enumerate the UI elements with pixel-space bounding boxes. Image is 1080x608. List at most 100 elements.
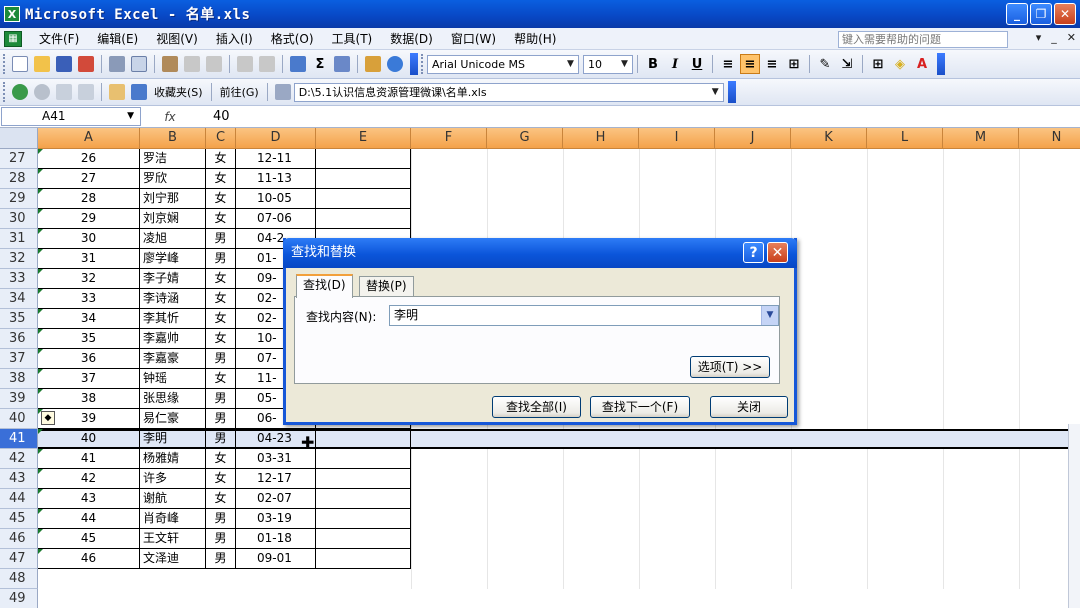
back-icon[interactable]	[12, 84, 28, 100]
cell-gender[interactable]: 女	[206, 329, 236, 349]
web-toolbar-options-handle[interactable]	[727, 81, 736, 103]
cell-name[interactable]: 张思缘	[140, 389, 206, 409]
menu-data[interactable]: 数据(D)	[381, 29, 442, 49]
cell-gender[interactable]: 男	[206, 229, 236, 249]
help-icon[interactable]	[387, 56, 403, 72]
stop-icon[interactable]	[56, 84, 72, 100]
cell-gender[interactable]: 男	[206, 249, 236, 269]
show-web-toolbar-icon[interactable]	[274, 84, 291, 100]
row-header[interactable]: 37	[0, 349, 38, 369]
cell-gender[interactable]: 女	[206, 149, 236, 169]
restore-button[interactable]: ❐	[1030, 3, 1052, 25]
menu-edit[interactable]: 编辑(E)	[88, 29, 147, 49]
cell-empty[interactable]	[316, 529, 411, 549]
cell-date[interactable]: 09-01	[236, 549, 316, 569]
forward-icon[interactable]	[34, 84, 50, 100]
cell-number[interactable]: 27	[38, 169, 140, 189]
cell-number[interactable]: 42	[38, 469, 140, 489]
italic-button[interactable]: I	[665, 54, 685, 74]
menu-format[interactable]: 格式(O)	[262, 29, 323, 49]
column-header-b[interactable]: B	[140, 128, 206, 149]
cell-gender[interactable]: 男	[206, 429, 236, 449]
column-header-h[interactable]: H	[563, 128, 639, 149]
menu-tools[interactable]: 工具(T)	[323, 29, 382, 49]
format-toolbar-options-handle[interactable]	[937, 53, 945, 75]
sort-ascending-icon[interactable]	[334, 56, 350, 72]
column-header-c[interactable]: C	[206, 128, 236, 149]
cell-gender[interactable]: 女	[206, 169, 236, 189]
cell-number[interactable]: 34	[38, 309, 140, 329]
row-header[interactable]: 49	[0, 589, 38, 608]
font-size-select[interactable]: 10 ▼	[583, 54, 633, 74]
row-header[interactable]: 38	[0, 369, 38, 389]
column-header-j[interactable]: J	[715, 128, 791, 149]
cell-name[interactable]: 李诗涵	[140, 289, 206, 309]
underline-button[interactable]: U	[687, 54, 707, 74]
cell-number[interactable]: 35	[38, 329, 140, 349]
cell-name[interactable]: 易仁豪	[140, 409, 206, 429]
chart-wizard-icon[interactable]	[365, 56, 381, 72]
cell-empty[interactable]	[316, 149, 411, 169]
dialog-close-icon[interactable]: ✕	[767, 242, 788, 263]
save-icon[interactable]	[56, 56, 72, 72]
align-left-icon[interactable]: ≡	[718, 54, 738, 74]
doc-minimize-button[interactable]: _	[1051, 31, 1057, 44]
cell-name[interactable]: 刘京娴	[140, 209, 206, 229]
cell-name[interactable]: 廖学峰	[140, 249, 206, 269]
column-header-i[interactable]: I	[639, 128, 715, 149]
menu-help[interactable]: 帮助(H)	[505, 29, 565, 49]
cell-empty[interactable]	[316, 489, 411, 509]
fill-color-icon[interactable]: ◈	[890, 54, 910, 74]
row-header[interactable]: 47	[0, 549, 38, 569]
row-header[interactable]: 32	[0, 249, 38, 269]
cell-number[interactable]: 44	[38, 509, 140, 529]
favorites-menu[interactable]: 收藏夹(S)	[150, 84, 207, 100]
row-header[interactable]: 31	[0, 229, 38, 249]
cell-date[interactable]: 11-13	[236, 169, 316, 189]
redo-icon[interactable]	[259, 56, 275, 72]
cell-empty[interactable]	[316, 469, 411, 489]
cell-name[interactable]: 许多	[140, 469, 206, 489]
permission-icon[interactable]	[78, 56, 94, 72]
column-header-m[interactable]: M	[943, 128, 1019, 149]
row-header[interactable]: 43	[0, 469, 38, 489]
cell-number[interactable]: 38	[38, 389, 140, 409]
format-toolbar-grip[interactable]	[421, 54, 424, 74]
cell-gender[interactable]: 女	[206, 369, 236, 389]
vertical-scrollbar[interactable]	[1068, 424, 1080, 608]
cell-number[interactable]: 41	[38, 449, 140, 469]
cell-number[interactable]: 43	[38, 489, 140, 509]
borders-icon[interactable]: ⊞	[868, 54, 888, 74]
cell-date[interactable]: 01-18	[236, 529, 316, 549]
column-header-n[interactable]: N	[1019, 128, 1080, 149]
menu-window[interactable]: 窗口(W)	[442, 29, 505, 49]
find-next-button[interactable]: 查找下一个(F)	[590, 396, 690, 418]
home-icon[interactable]	[109, 84, 125, 100]
column-header-f[interactable]: F	[411, 128, 487, 149]
column-header-k[interactable]: K	[791, 128, 867, 149]
cell-gender[interactable]: 男	[206, 549, 236, 569]
cell-name[interactable]: 刘宁那	[140, 189, 206, 209]
phonetic-icon[interactable]: ✎	[815, 54, 835, 74]
cell-empty[interactable]	[316, 429, 411, 449]
column-header-e[interactable]: E	[316, 128, 411, 149]
cell-name[interactable]: 王文轩	[140, 529, 206, 549]
insert-function-icon[interactable]: fx	[141, 110, 199, 124]
row-header[interactable]: 33	[0, 269, 38, 289]
toolbar-grip[interactable]	[3, 54, 6, 74]
cell-empty[interactable]	[316, 449, 411, 469]
new-icon[interactable]	[12, 56, 28, 72]
cell-empty[interactable]	[316, 549, 411, 569]
cell-number[interactable]: 46	[38, 549, 140, 569]
align-right-icon[interactable]: ≡	[762, 54, 782, 74]
tab-replace[interactable]: 替换(P)	[359, 276, 414, 297]
open-icon[interactable]	[34, 56, 50, 72]
cell-gender[interactable]: 女	[206, 489, 236, 509]
cell-date[interactable]: 02-07	[236, 489, 316, 509]
cell-date[interactable]: 03-19	[236, 509, 316, 529]
autosum-icon[interactable]: Σ	[310, 54, 330, 74]
cell-name[interactable]: 钟瑶	[140, 369, 206, 389]
cell-date[interactable]: 03-31	[236, 449, 316, 469]
row-header[interactable]: 34	[0, 289, 38, 309]
cell-date[interactable]: 12-11	[236, 149, 316, 169]
